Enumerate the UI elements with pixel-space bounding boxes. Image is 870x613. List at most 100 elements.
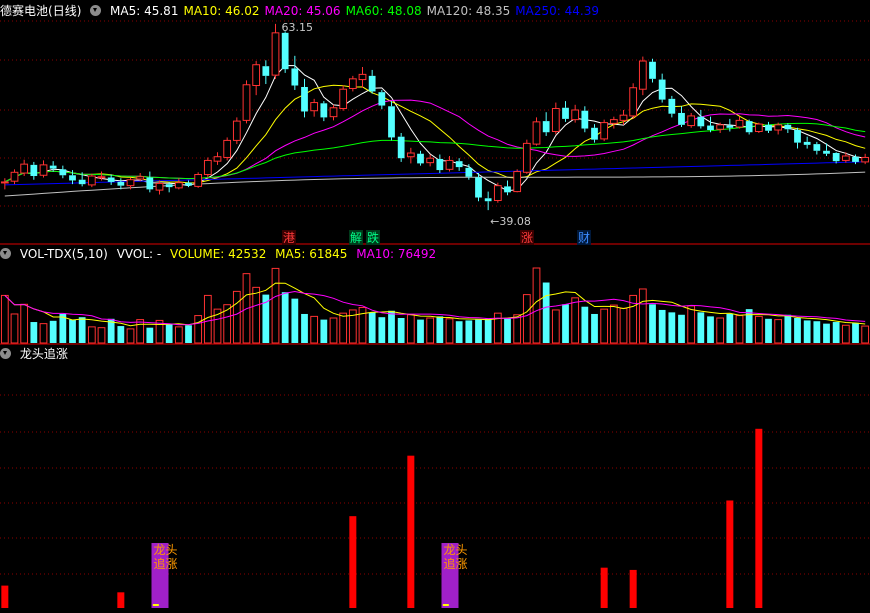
volume-bar [397,318,405,343]
annotations: 63.15 ←39.08 港 解跌 涨 财 [282,21,591,245]
volume-bar [10,313,19,344]
candle [678,112,685,125]
candle [784,124,792,130]
candle [504,186,511,193]
chart-canvas: 龙头追涨龙头追涨 63.15←39.08港解跌涨财 [0,20,870,608]
vol-ma5-label: MA5: 61845 [275,247,348,261]
dropdown-icon[interactable] [0,248,11,259]
event-marker: 财 [578,231,590,245]
volume-bar [697,312,705,343]
ma-legend: MA5: 45.81 MA10: 46.02 MA20: 45.06 MA60: 48… [110,4,604,18]
volume-bar [475,319,482,343]
volume-bar [774,319,783,344]
ma-legend-item: MA250: 44.39 [515,4,599,18]
volume-bar [0,294,9,344]
ma-legend-item: MA60: 48.08 [345,4,422,18]
volume-bar [281,292,289,343]
candle [78,179,86,185]
volume-bar [339,312,348,344]
volume-bar [445,318,454,344]
candle [348,78,357,89]
dragon-label: 龙头 [154,543,178,557]
signal-tick [152,604,159,606]
volume-bar [417,319,424,343]
vvol-label: VVOL: - [116,247,162,261]
volume-bar [861,325,870,344]
volume-bar [252,286,261,344]
dropdown-icon[interactable] [90,5,102,16]
candle [542,121,550,133]
ma10-line [4,84,866,184]
volume-bar [185,325,192,343]
ma-legend-item: MA5: 45.81 [110,4,179,18]
candle [0,181,9,184]
volume-bar [484,318,492,343]
candle [10,171,19,182]
volume-bar [638,288,647,344]
signal-tick [442,604,449,606]
candle [388,106,395,138]
candle [97,176,106,179]
candle [59,169,67,176]
low-price-label: ←39.08 [490,215,531,228]
dragon-label: 龙头 [444,543,468,557]
candle [185,182,192,186]
candle [174,182,183,189]
candle [619,114,628,121]
price-header: 德赛电池(日线) MA5: 45.81 MA10: 46.02 MA20: 45.0… [0,2,609,20]
volume-bar [784,314,792,343]
candle [745,121,753,133]
volume-bar [117,326,125,343]
volume-bar [823,323,830,343]
candle [823,150,830,154]
candle [581,110,589,129]
candle [378,92,386,106]
candle [445,159,454,170]
volume-bar [455,321,463,343]
volume-bar [78,317,86,343]
dropdown-icon[interactable] [0,348,11,359]
volume-bar [406,314,415,344]
signal-bar [600,567,608,608]
candle [465,167,473,177]
period-label: (日线) [48,4,82,18]
stock-name: 德赛电池 [0,4,49,18]
candle [436,158,444,171]
volume-bar [20,303,29,344]
volume-bar [69,319,76,343]
candle [735,119,744,128]
volume-bar [320,319,328,343]
candle [841,155,850,161]
volume-bar [832,322,840,343]
candle [368,75,376,92]
candle [522,142,531,173]
candle [638,60,647,90]
candle [658,79,666,100]
candle [339,88,348,110]
candle [310,102,319,112]
candle [397,136,405,159]
volume-bar [194,315,203,344]
candlestick-series [0,23,870,211]
candle [126,179,135,187]
volume-bar [649,304,656,343]
candle [271,32,280,76]
volume-bar [329,317,338,344]
candle [213,156,222,162]
volume-bar [232,290,241,344]
candle [406,152,415,158]
candle [301,86,308,112]
volume-bar [310,315,319,344]
volume-bar [726,313,734,343]
volume-bar [562,304,569,343]
volume-bar [542,282,550,343]
candle [803,141,811,145]
candle [426,157,435,164]
volume-bar [754,315,763,344]
candle [155,182,164,191]
volume-bar [59,313,67,343]
volume-bar [465,320,473,343]
candle [281,32,289,70]
volume-bar [30,322,38,343]
candle [223,139,232,158]
